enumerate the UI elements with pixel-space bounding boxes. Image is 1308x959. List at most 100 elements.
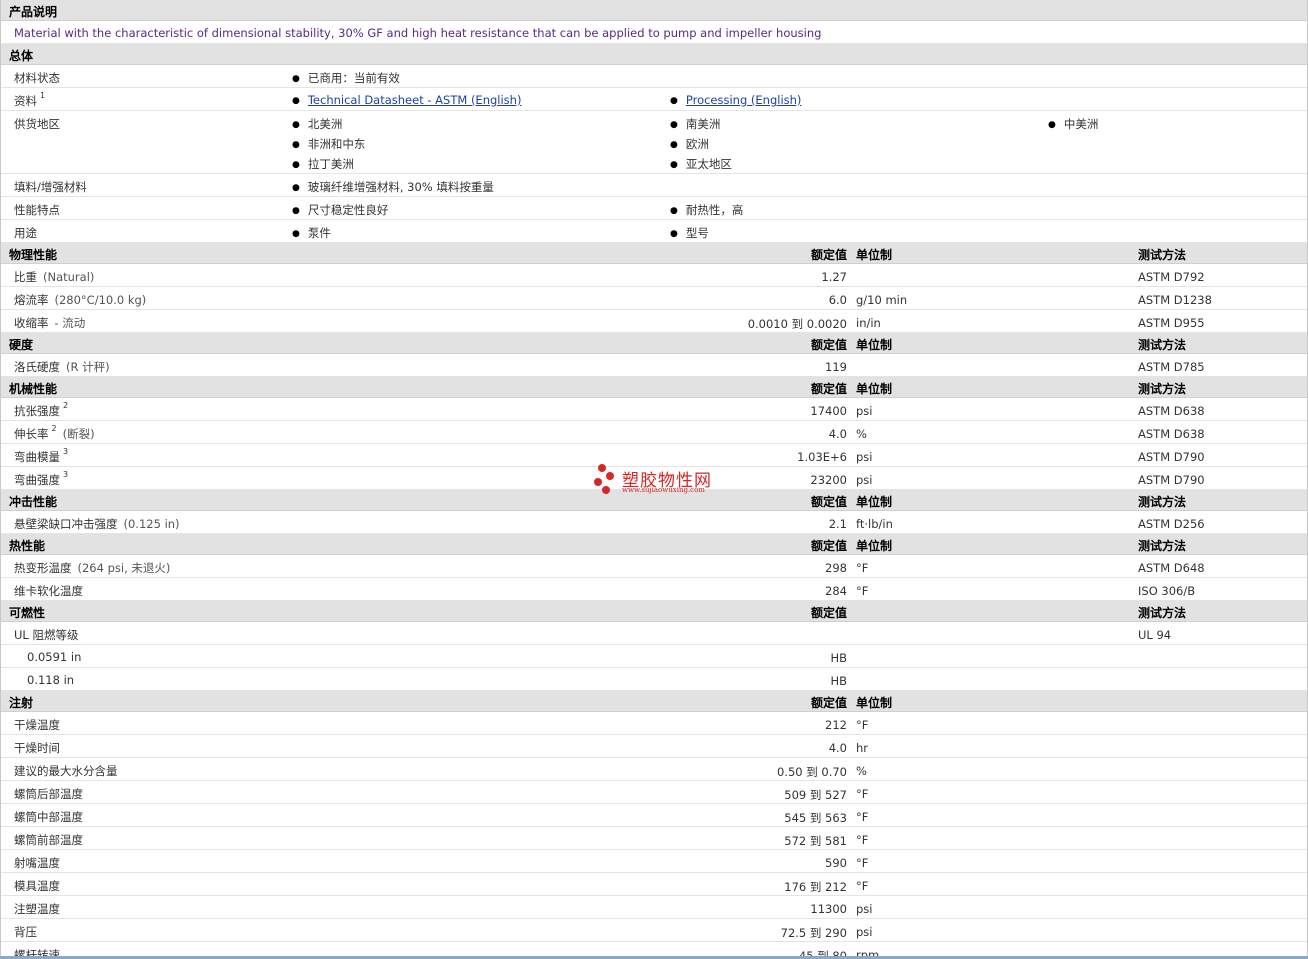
- row-value: 284: [825, 584, 847, 598]
- section-title: 注射: [9, 696, 34, 710]
- region-item: 南美洲: [670, 116, 721, 132]
- row-label: 用途: [14, 226, 37, 240]
- row-label: 背压: [14, 924, 37, 940]
- row-value: 0.50 到 0.70: [776, 765, 847, 779]
- row-label: 建议的最大水分含量: [14, 763, 118, 779]
- col-value-header: 额定值: [810, 338, 847, 352]
- col-method-header: 测试方法: [1138, 248, 1187, 262]
- region-item: 欧洲: [670, 136, 709, 152]
- row-label: 螺筒中部温度: [14, 809, 83, 825]
- row-status: 材料状态 已商用：当前有效: [1, 65, 1307, 88]
- region-item: 亚太地区: [670, 156, 732, 172]
- doc-item: Technical Datasheet - ASTM (English): [292, 93, 522, 107]
- row-unit: °F: [856, 718, 869, 732]
- property-row: 背压 72.5 到 290 psi: [1, 919, 1307, 942]
- property-name: 螺筒前部温度: [14, 833, 83, 847]
- footnote-ref: 3: [63, 447, 69, 457]
- property-name: 建议的最大水分含量: [14, 764, 118, 778]
- row-unit: in/in: [856, 316, 881, 330]
- row-method: ASTM D792: [1138, 270, 1205, 284]
- row-supply: 供货地区 北美洲 南美洲 中美洲 非洲和中东 欧洲 拉丁美洲 亚太地区: [1, 111, 1307, 174]
- use-item: 型号: [670, 225, 709, 241]
- section-title: 冲击性能: [9, 495, 58, 509]
- row-value: 2.1: [828, 517, 847, 531]
- row-value: 17400: [810, 404, 847, 418]
- section-title: 硬度: [9, 338, 34, 352]
- col-unit-header: 单位制: [856, 382, 893, 396]
- property-row: 热变形温度 (264 psi, 未退火) 298 °F ASTM D648: [1, 555, 1307, 578]
- row-value: 590: [825, 856, 847, 870]
- doc-link-processing[interactable]: Processing (English): [686, 93, 802, 107]
- property-condition: (280°C/10.0 kg): [54, 293, 147, 307]
- property-row: 维卡软化温度 284 °F ISO 306/B: [1, 578, 1307, 601]
- row-unit: °F: [856, 584, 869, 598]
- property-row: 抗张强度 2 17400 psi ASTM D638: [1, 398, 1307, 421]
- row-label: 热变形温度 (264 psi, 未退火): [14, 560, 170, 576]
- property-row: 洛氏硬度 (R 计秤) 119 ASTM D785: [1, 354, 1307, 377]
- row-unit: °F: [856, 879, 869, 893]
- row-value: 72.5 到 290: [780, 926, 847, 940]
- col-method-header: 测试方法: [1138, 539, 1187, 553]
- row-value: 23200: [810, 473, 847, 487]
- property-name: 背压: [14, 925, 37, 939]
- col-value-header: 额定值: [810, 539, 847, 553]
- col-value-header: 额定值: [810, 248, 847, 262]
- row-value: 298: [825, 561, 847, 575]
- col-method-header: 测试方法: [1138, 495, 1187, 509]
- row-method: ASTM D1238: [1138, 293, 1212, 307]
- description-text: Material with the characteristic of dime…: [14, 26, 822, 40]
- property-row: 螺筒前部温度 572 到 581 °F: [1, 827, 1307, 850]
- property-name: 射嘴温度: [14, 856, 60, 870]
- property-name: 比重: [14, 270, 37, 284]
- section-title: 产品说明: [9, 5, 58, 19]
- property-row: 干燥时间 4.0 hr: [1, 735, 1307, 758]
- doc-link-technical[interactable]: Technical Datasheet - ASTM (English): [308, 93, 522, 107]
- row-label: 填料/增强材料: [14, 180, 87, 194]
- row-label: 比重 (Natural): [14, 269, 94, 285]
- property-name: 维卡软化温度: [14, 584, 83, 598]
- col-method-header: 测试方法: [1138, 606, 1187, 620]
- watermark-url: www.sujiaowuxing.com: [622, 486, 705, 494]
- row-method: ASTM D648: [1138, 561, 1205, 575]
- property-name: 注塑温度: [14, 902, 60, 916]
- section-title: 可燃性: [9, 606, 46, 620]
- row-label: 0.0591 in: [27, 650, 82, 664]
- section-mechanical: 机械性能 额定值 单位制 测试方法: [1, 377, 1307, 398]
- row-value: 176 到 212: [784, 880, 847, 894]
- row-value: HB: [830, 651, 847, 665]
- col-unit-header: 单位制: [856, 696, 893, 710]
- region-item: 拉丁美洲: [292, 156, 354, 172]
- region-item: 中美洲: [1048, 116, 1099, 132]
- docs-label: 资料: [14, 94, 37, 108]
- row-label: 螺筒后部温度: [14, 786, 83, 802]
- section-title: 热性能: [9, 539, 46, 553]
- row-label: 熔流率 (280°C/10.0 kg): [14, 292, 146, 308]
- property-name: 弯曲强度: [14, 473, 60, 487]
- property-name: 洛氏硬度: [14, 360, 60, 374]
- property-row: 熔流率 (280°C/10.0 kg) 6.0 g/10 min ASTM D1238: [1, 287, 1307, 310]
- property-condition: (0.125 in): [123, 517, 180, 531]
- impact-rows: 悬壁梁缺口冲击强度 (0.125 in) 2.1 ft·lb/in ASTM D256: [1, 511, 1307, 534]
- property-row: 建议的最大水分含量 0.50 到 0.70%: [1, 758, 1307, 781]
- property-condition: (R 计秤): [66, 360, 110, 374]
- footnote-ref: 3: [63, 470, 69, 480]
- row-method: ASTM D638: [1138, 404, 1205, 418]
- row-method: UL 94: [1138, 628, 1172, 642]
- row-label: 洛氏硬度 (R 计秤): [14, 359, 110, 375]
- row-unit: hr: [856, 741, 869, 755]
- row-label: 螺筒前部温度: [14, 832, 83, 848]
- row-unit: psi: [856, 902, 873, 916]
- row-label: 弯曲强度 3: [14, 470, 69, 488]
- property-name: 热变形温度: [14, 561, 72, 575]
- row-value: 1.03E+6: [797, 450, 847, 464]
- footnote-ref: 2: [51, 424, 57, 434]
- molecule-dots-icon: [594, 464, 614, 494]
- row-label: 注塑温度: [14, 901, 60, 917]
- row-unit: °F: [856, 810, 869, 824]
- property-name: 收缩率: [14, 316, 49, 330]
- col-unit-header: 单位制: [856, 338, 893, 352]
- section-flammability: 可燃性 额定值 测试方法: [1, 601, 1307, 622]
- col-unit-header: 单位制: [856, 248, 893, 262]
- row-label: 抗张强度 2: [14, 401, 68, 419]
- row-unit: °F: [856, 856, 869, 870]
